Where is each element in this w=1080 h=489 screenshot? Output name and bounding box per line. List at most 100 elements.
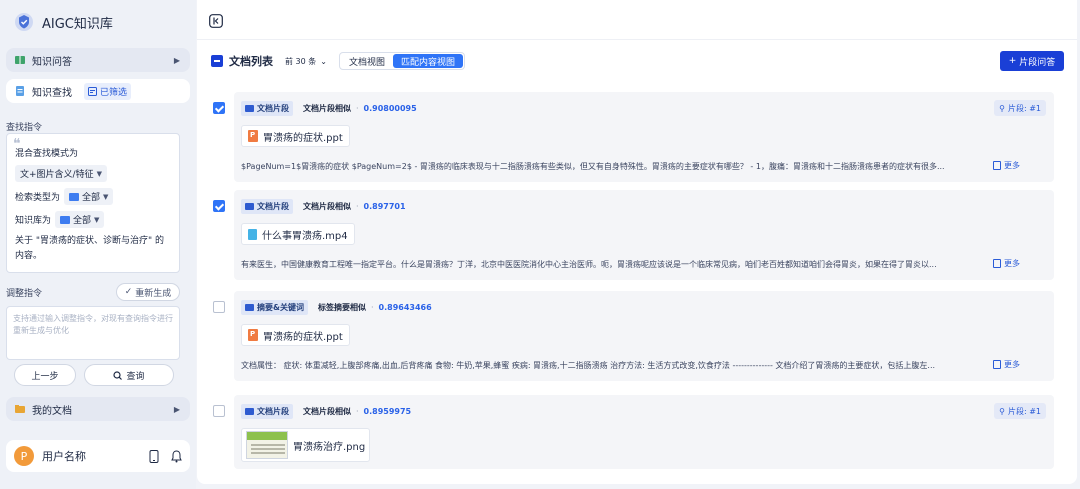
type-select[interactable]: 全部 ▼ [64, 188, 114, 205]
top-bar [197, 0, 1077, 40]
regenerate-button[interactable]: ✓ 重新生成 [116, 283, 180, 301]
file-name: 胃溃疡的症状.ppt [263, 331, 343, 343]
select-all-checkbox[interactable] [211, 55, 223, 67]
match-tag-label: 文档片段 [257, 406, 289, 416]
type-label: 检索类型为 [15, 193, 61, 203]
fragment-label: 片段: #1 [1007, 406, 1041, 416]
separator-dot: · [356, 406, 359, 416]
result-card[interactable]: 文档片段 文档片段相似 · 0.897701 什么事胃溃疡.mp4 有来医生，中国健康教育… [234, 190, 1054, 280]
search-icon [113, 370, 123, 380]
result-snippet: 文档属性： 症状: 体重减轻,上腹部疼痛,出血,后背疼痛 食物: 牛奶,苹果,蜂… [241, 361, 936, 370]
avatar[interactable]: P [14, 446, 34, 466]
brand-logo-icon [15, 13, 33, 31]
folder-icon [69, 192, 80, 201]
tag-icon [245, 104, 254, 112]
view-switch: 文档视图 匹配内容视图 [338, 52, 465, 70]
nav-my-docs[interactable]: 我的文档 ▶ [6, 397, 190, 421]
result-card[interactable]: 文档片段 文档片段相似 · 0.8959975 ⚲ 片段: #1 胃溃疡治疗.png [234, 395, 1054, 469]
prev-step-label: 上一步 [31, 371, 59, 382]
main-panel: 文档列表 前 30 条 ⌄ 文档视图 匹配内容视图 + 片段问答 文档片段 文档片… [197, 0, 1077, 484]
chevron-right-icon: ▶ [173, 55, 180, 65]
snippet-qa-label: 片段问答 [1019, 57, 1056, 68]
nav-knowledge-qa-label: 知识问答 [32, 56, 72, 68]
fragment-label: 片段: #1 [1007, 103, 1041, 113]
file-chip[interactable]: 胃溃疡治疗.png [241, 428, 371, 462]
mode-label: 混合查找模式为 [15, 149, 79, 159]
list-header: 文档列表 前 30 条 ⌄ 文档视图 匹配内容视图 [211, 51, 1063, 71]
filter-badge-label: 已筛选 [100, 87, 128, 98]
filter-badge[interactable]: 已筛选 [84, 82, 132, 100]
brand: AIGC知识库 [14, 10, 113, 34]
tab-match-view[interactable]: 匹配内容视图 [392, 54, 463, 68]
file-chip[interactable]: 什么事胃溃疡.mp4 [241, 223, 355, 245]
result-card[interactable]: 文档片段 文档片段相似 · 0.90800095 ⚲片段: #1 胃溃疡的症状.ppt $P… [234, 92, 1054, 182]
row-checkbox[interactable] [213, 102, 225, 114]
match-type: 文档片段相似 [303, 103, 351, 113]
video-file-icon [248, 228, 257, 240]
regenerate-label: 重新生成 [135, 288, 172, 299]
result-meta: 文档片段 文档片段相似 · 0.897701 [241, 198, 406, 214]
user-name[interactable]: 用户名称 [42, 448, 86, 464]
result-snippet: 有来医生，中国健康教育工程唯一指定平台。什么是胃溃疡？丁洋，北京中医医院消化中心… [241, 260, 937, 269]
image-thumbnail[interactable] [246, 431, 288, 459]
file-chip[interactable]: 胃溃疡的症状.ppt [241, 324, 350, 346]
tab-doc-view[interactable]: 文档视图 [341, 54, 393, 68]
mode-select[interactable]: 文+图片含义/特征 ▼ [15, 165, 107, 182]
fragment-badge[interactable]: ⚲ 片段: #1 [994, 403, 1046, 419]
chevron-down-icon: ⌄ [320, 56, 327, 66]
result-card[interactable]: 摘要&关键词 标签摘要相似 · 0.89643466 胃溃疡的症状.ppt 文档属性： 症… [234, 291, 1054, 381]
chevron-down-icon: ▼ [94, 215, 100, 224]
result-snippet: $PageNum=1$胃溃疡的症状 $PageNum=2$ - 胃溃疡的临床表现… [241, 162, 945, 171]
file-name: 胃溃疡的症状.ppt [263, 132, 343, 144]
quote-icon: ❝ [13, 136, 21, 152]
plus-icon: + [1008, 56, 1017, 66]
chevron-down-icon: ▼ [96, 169, 102, 178]
nav-knowledge-search[interactable]: 知识查找 已筛选 [6, 79, 190, 103]
ppt-file-icon [248, 329, 258, 341]
search-cmd-label: 查找指令 [6, 123, 43, 133]
file-name: 什么事胃溃疡.mp4 [262, 230, 348, 242]
type-value: 全部 [82, 193, 101, 203]
top-n-select[interactable]: 前 30 条 ⌄ [285, 56, 327, 67]
file-chip[interactable]: 胃溃疡的症状.ppt [241, 125, 350, 147]
tag-icon [245, 202, 254, 210]
more-button[interactable]: 更多 [993, 160, 1020, 171]
row-checkbox[interactable] [213, 405, 225, 417]
snippet-qa-button[interactable]: + 片段问答 [1000, 51, 1064, 71]
row-checkbox[interactable] [213, 200, 225, 212]
similarity-score: 0.8959975 [363, 406, 412, 416]
match-tag: 文档片段 [241, 403, 293, 419]
separator-dot: · [370, 302, 374, 312]
document-icon [993, 259, 1001, 268]
phone-icon[interactable] [149, 449, 159, 463]
more-button[interactable]: 更多 [993, 359, 1020, 370]
match-tag-label: 摘要&关键词 [257, 302, 304, 312]
row-checkbox[interactable] [213, 301, 225, 313]
folder-icon [15, 405, 25, 413]
kb-label: 知识库为 [15, 216, 52, 226]
result-meta: 文档片段 文档片段相似 · 0.8959975 [241, 403, 411, 419]
fragment-badge[interactable]: ⚲ 片段: #1 [994, 100, 1046, 116]
nav-knowledge-search-label: 知识查找 [32, 87, 72, 99]
filter-icon [88, 86, 97, 96]
tag-icon [245, 303, 254, 311]
collapse-sidebar-icon[interactable] [209, 14, 223, 28]
prev-step-button[interactable]: 上一步 [14, 364, 76, 386]
query-button[interactable]: 查询 [84, 364, 174, 386]
document-search-icon [16, 86, 24, 96]
kb-value: 全部 [73, 216, 92, 226]
similarity-score: 0.90800095 [363, 103, 417, 113]
adjust-input[interactable]: 支持通过输入调整指令，对现有查询指令进行重新生成与优化 [6, 306, 180, 360]
more-button[interactable]: 更多 [993, 258, 1020, 269]
match-type: 文档片段相似 [303, 201, 351, 211]
chevron-right-icon: ▶ [173, 404, 180, 414]
bell-icon[interactable] [171, 449, 182, 463]
book-icon [15, 56, 25, 64]
kb-select[interactable]: 全部 ▼ [55, 211, 105, 228]
match-tag-label: 文档片段 [257, 103, 289, 113]
more-label: 更多 [1004, 259, 1020, 268]
match-tag: 摘要&关键词 [241, 299, 308, 315]
file-name: 胃溃疡治疗.png [293, 441, 366, 453]
match-type: 文档片段相似 [303, 406, 351, 416]
nav-knowledge-qa[interactable]: 知识问答 ▶ [6, 48, 190, 72]
